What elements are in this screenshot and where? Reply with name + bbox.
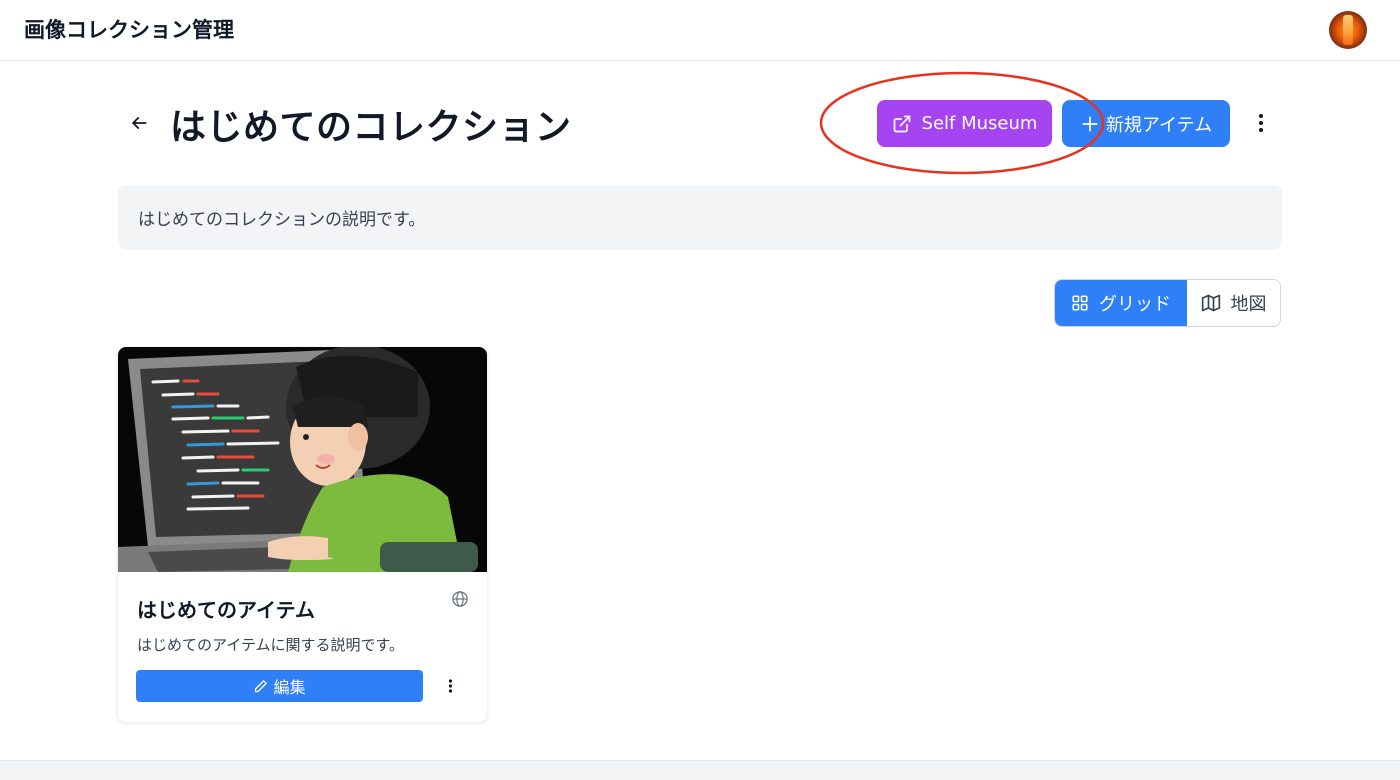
back-button[interactable] [122, 106, 156, 140]
view-grid-button[interactable]: グリッド [1055, 280, 1187, 326]
user-avatar[interactable] [1329, 11, 1367, 49]
new-item-button[interactable]: 新規アイテム [1062, 100, 1230, 147]
more-vertical-icon [1259, 114, 1263, 132]
pencil-icon [253, 679, 268, 694]
footer-strip [0, 760, 1400, 780]
item-image [118, 347, 487, 572]
self-museum-button[interactable]: Self Museum [877, 100, 1052, 147]
collection-description: はじめてのコレクションの説明です。 [118, 185, 1282, 250]
arrow-left-icon [132, 117, 147, 129]
top-bar: 画像コレクション管理 [0, 0, 1400, 61]
collection-more-button[interactable] [1248, 108, 1274, 138]
app-title: 画像コレクション管理 [24, 18, 234, 42]
item-title: はじめてのアイテム [137, 598, 315, 622]
edit-label: 編集 [273, 678, 306, 697]
item-description: はじめてのアイテムに関する説明です。 [137, 636, 405, 654]
more-vertical-icon [448, 679, 452, 693]
external-link-icon [892, 114, 912, 134]
self-museum-label: Self Museum [921, 113, 1038, 134]
view-grid-label: グリッド [1099, 294, 1171, 315]
view-map-button[interactable]: 地図 [1187, 280, 1280, 326]
item-more-button[interactable] [440, 673, 460, 699]
edit-button[interactable]: 編集 [136, 670, 423, 702]
grid-icon [1071, 294, 1089, 312]
view-toggle: グリッド 地図 [1054, 279, 1281, 327]
map-icon [1201, 293, 1221, 313]
page-title: はじめてのコレクション [170, 107, 572, 148]
collection-description-text: はじめてのコレクションの説明です。 [138, 210, 426, 230]
view-map-label: 地図 [1230, 294, 1267, 315]
item-card[interactable]: はじめてのアイテム はじめてのアイテムに関する説明です。 編集 [118, 347, 487, 722]
globe-icon [452, 591, 468, 607]
plus-icon [1080, 114, 1100, 134]
new-item-label: 新規アイテム [1105, 114, 1213, 136]
